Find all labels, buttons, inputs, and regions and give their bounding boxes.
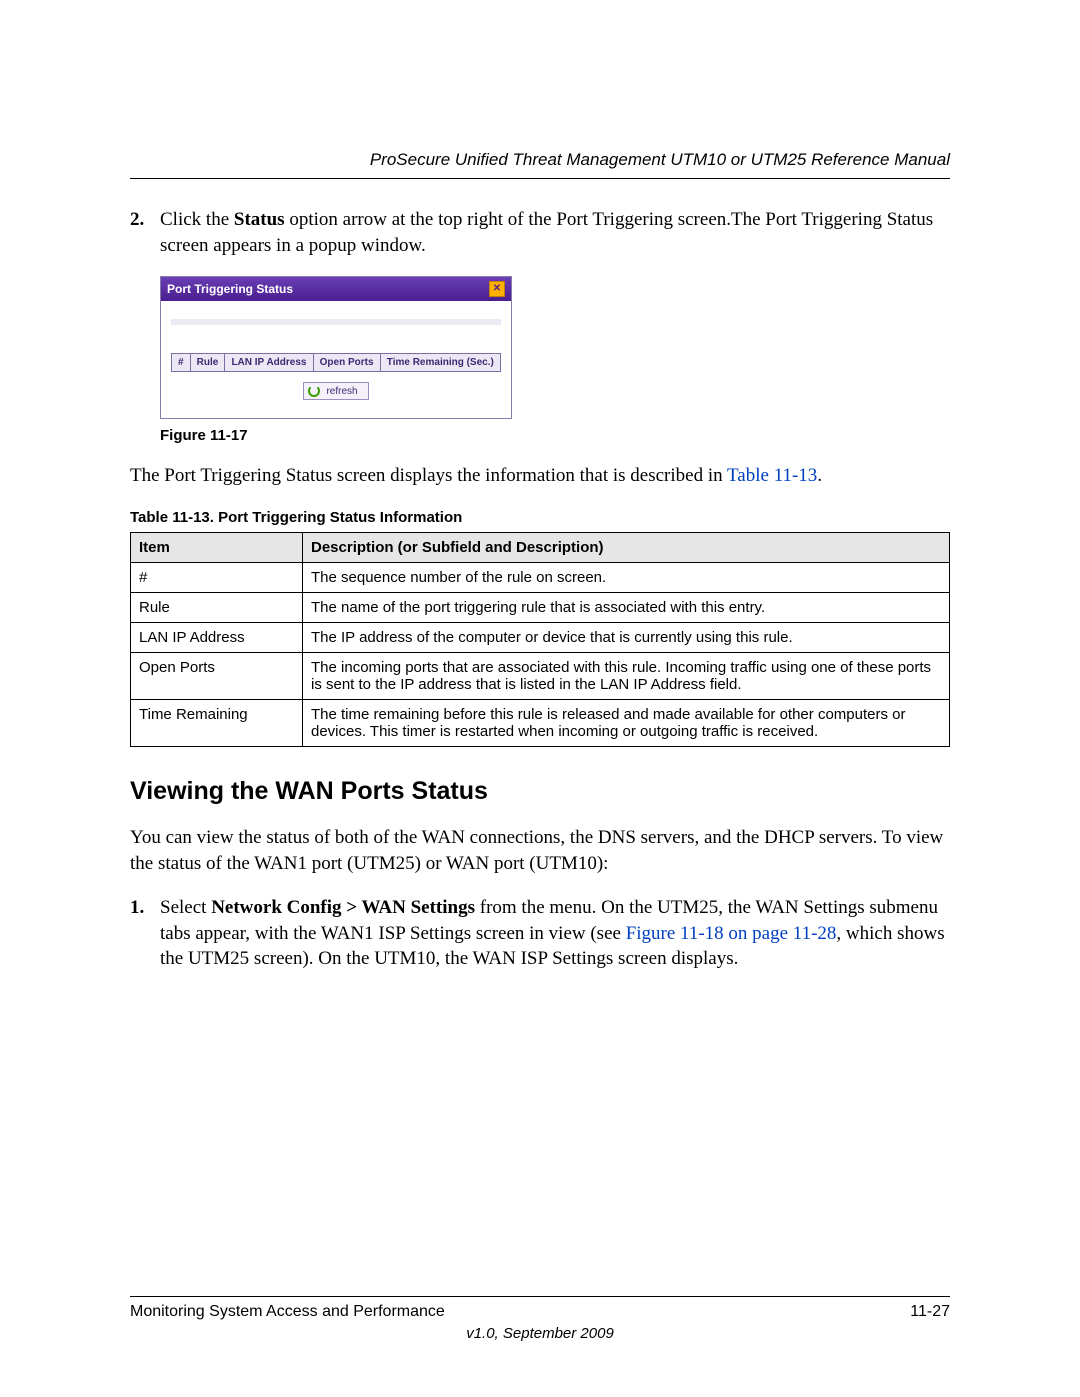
footer-chapter-title: Monitoring System Access and Performance: [130, 1303, 445, 1321]
cell-item: #: [131, 562, 303, 592]
footer-page-number: 11-27: [910, 1303, 950, 1321]
cell-item: Open Ports: [131, 652, 303, 699]
port-triggering-status-popup: Port Triggering Status ✕ # Rule LAN IP A…: [160, 276, 512, 419]
bold-text: Status: [234, 209, 285, 230]
popup-close-button[interactable]: ✕: [489, 281, 505, 297]
table-row: LAN IP Address The IP address of the com…: [131, 622, 950, 652]
table-row: Rule The name of the port triggering rul…: [131, 592, 950, 622]
refresh-icon: [308, 385, 320, 397]
cell-desc: The IP address of the computer or device…: [303, 622, 950, 652]
step-body: Click the Status option arrow at the top…: [160, 207, 950, 258]
page-footer: Monitoring System Access and Performance…: [130, 1296, 950, 1342]
bold-text: Network Config > WAN Settings: [211, 897, 475, 918]
footer-version: v1.0, September 2009: [130, 1325, 950, 1342]
text: .: [817, 465, 822, 486]
table-row: Time Remaining The time remaining before…: [131, 699, 950, 746]
cell-desc: The incoming ports that are associated w…: [303, 652, 950, 699]
running-header: ProSecure Unified Threat Management UTM1…: [130, 150, 950, 179]
step-body: Select Network Config > WAN Settings fro…: [160, 895, 950, 972]
table-row: # The sequence number of the rule on scr…: [131, 562, 950, 592]
popup-col-open-ports: Open Ports: [313, 354, 380, 372]
figure-caption: Figure 11-17: [160, 427, 950, 444]
paragraph: The Port Triggering Status screen displa…: [130, 463, 950, 489]
table-header-row: Item Description (or Subfield and Descri…: [131, 532, 950, 562]
cell-desc: The sequence number of the rule on scree…: [303, 562, 950, 592]
text: Click the: [160, 209, 234, 230]
popup-button-row: refresh: [171, 372, 501, 406]
cell-desc: The name of the port triggering rule tha…: [303, 592, 950, 622]
step-number: 1.: [130, 895, 160, 972]
section-heading: Viewing the WAN Ports Status: [130, 777, 950, 806]
footer-rule: [130, 1296, 950, 1297]
figure-reference-link[interactable]: Figure 11-18 on page 11-28: [626, 923, 837, 944]
popup-col-lan-ip: LAN IP Address: [225, 354, 313, 372]
refresh-label: refresh: [326, 386, 357, 397]
cell-item: Rule: [131, 592, 303, 622]
info-table: Item Description (or Subfield and Descri…: [130, 532, 950, 747]
popup-col-number: #: [172, 354, 191, 372]
refresh-button[interactable]: refresh: [303, 382, 368, 400]
header-item: Item: [131, 532, 303, 562]
ordered-step-2: 2. Click the Status option arrow at the …: [130, 207, 950, 258]
ordered-step-1: 1. Select Network Config > WAN Settings …: [130, 895, 950, 972]
cell-item: Time Remaining: [131, 699, 303, 746]
table-caption: Table 11-13. Port Triggering Status Info…: [130, 509, 950, 526]
table-reference-link[interactable]: Table 11-13: [727, 465, 817, 486]
table-row: Open Ports The incoming ports that are a…: [131, 652, 950, 699]
text: Select: [160, 897, 211, 918]
cell-desc: The time remaining before this rule is r…: [303, 699, 950, 746]
popup-title: Port Triggering Status: [167, 282, 293, 296]
popup-table: # Rule LAN IP Address Open Ports Time Re…: [171, 353, 501, 372]
step-number: 2.: [130, 207, 160, 258]
cell-item: LAN IP Address: [131, 622, 303, 652]
header-description: Description (or Subfield and Description…: [303, 532, 950, 562]
popup-body: # Rule LAN IP Address Open Ports Time Re…: [161, 301, 511, 418]
paragraph: You can view the status of both of the W…: [130, 825, 950, 876]
popup-titlebar: Port Triggering Status ✕: [161, 277, 511, 301]
popup-col-time-remaining: Time Remaining (Sec.): [380, 354, 500, 372]
popup-divider: [171, 319, 501, 325]
popup-col-rule: Rule: [190, 354, 225, 372]
text: The Port Triggering Status screen displa…: [130, 465, 727, 486]
